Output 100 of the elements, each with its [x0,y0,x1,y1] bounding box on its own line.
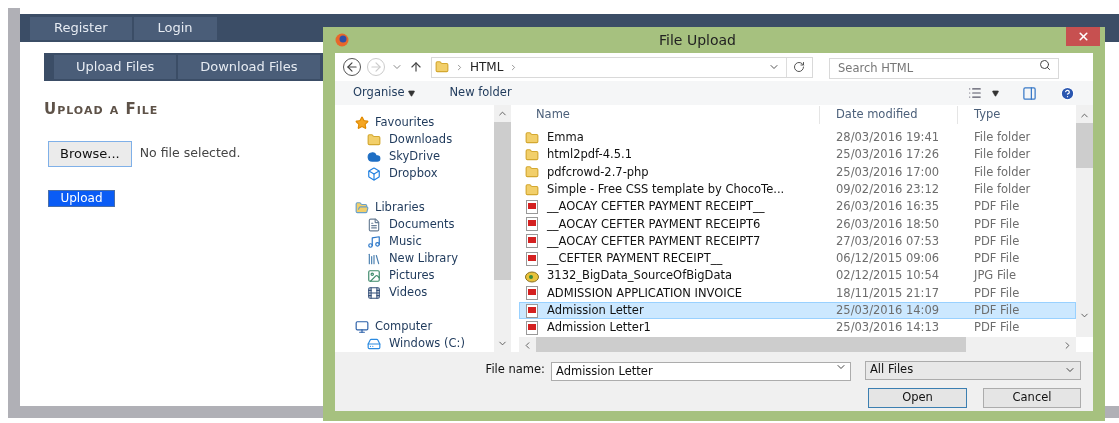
cancel-button[interactable]: Cancel [983,388,1081,408]
file-row[interactable]: html2pdf-4.5.1 25/03/2016 17:26 File folder [519,146,1076,164]
file-date: 09/02/2016 23:12 [835,180,941,198]
file-type: File folder [973,146,1032,164]
file-date: 02/12/2015 10:54 [835,267,941,285]
file-row[interactable]: Admission Letter 25/03/2016 14:09 PDF File [519,301,1076,320]
tab[interactable]: Upload Files [54,55,177,79]
file-row[interactable]: __AOCAY CEFTER PAYMENT RECEIPT__ 26/03/2016 16:35 PDF File [519,198,1076,216]
tab[interactable]: Download Files [178,55,320,79]
column-header[interactable]: Date modified [819,106,957,124]
pdf-file-icon [525,234,539,249]
new-folder-button[interactable]: New folder [449,84,512,102]
file-name: __AOCAY CEFTER PAYMENT RECEIPT__ [547,198,765,216]
nav-item[interactable]: Videos [335,284,494,301]
file-type: File folder [973,163,1032,181]
file-type: PDF File [973,302,1021,319]
pdf-file-icon [525,286,539,301]
file-type-select[interactable]: All Files [865,360,1081,380]
nav-item[interactable]: Downloads [335,131,494,148]
file-row[interactable]: __AOCAY CEFTER PAYMENT RECEIPT7 27/03/2016 07:53 PDF File [519,232,1076,251]
folder-icon [525,147,539,162]
close-icon [1076,30,1090,43]
browse-button[interactable]: Browse... [48,140,132,167]
file-type: File folder [973,129,1032,147]
help-icon[interactable] [1060,85,1075,101]
breadcrumb-item[interactable]: HTML [470,58,504,76]
file-row[interactable]: __CEFTER PAYMENT RECEIPT__ 06/12/2015 09:06 PDF File [519,250,1076,268]
up-icon[interactable] [409,60,423,74]
file-date: 25/03/2016 14:13 [835,319,941,337]
file-type: PDF File [973,319,1021,337]
file-row[interactable]: Emma 28/03/2016 19:41 File folder [519,129,1076,147]
browser-logo-icon [335,33,349,47]
nav-item[interactable]: New Library [335,250,494,267]
drive-icon [367,336,381,351]
scrollbar[interactable] [1076,105,1093,337]
picture-icon [367,268,381,283]
refresh-icon[interactable] [793,61,805,73]
address-bar[interactable]: HTML [431,56,813,78]
file-row[interactable]: 3132_BigData_SourceOfBigData 02/12/2015 10:54 JPG File [519,267,1076,285]
upload-button[interactable]: Upload [48,189,115,207]
monitor-icon [355,319,369,334]
nav-section[interactable]: Computer [335,318,494,335]
file-type: PDF File [973,284,1021,302]
file-name: Admission Letter [547,302,644,319]
file-name: __AOCAY CEFTER PAYMENT RECEIPT6 [547,215,761,233]
file-date: 26/03/2016 16:35 [835,198,941,216]
file-date: 18/11/2015 21:17 [835,284,941,302]
file-name: __CEFTER PAYMENT RECEIPT__ [547,250,723,268]
page-heading: Upload a File [44,99,159,120]
nav-link[interactable]: Register [30,16,132,40]
file-date: 25/03/2016 17:00 [835,163,941,181]
dialog-title: File Upload [658,30,737,50]
pdf-file-icon [525,217,539,232]
nav-section[interactable]: Libraries [335,199,494,216]
organise-menu[interactable]: Organise [353,84,416,102]
open-button[interactable]: Open [868,388,967,408]
nav-item[interactable]: SkyDrive [335,148,494,165]
nav-link[interactable]: Login [133,16,217,40]
file-name-label: File name: [485,361,545,379]
caret-icon [408,89,416,97]
music-icon [367,234,381,249]
file-row[interactable]: ADMISSION APPLICATION INVOICE 18/11/2015 21:17 PDF File [519,284,1076,302]
nav-item[interactable]: Windows (C:) [335,335,494,352]
document-icon [367,217,381,232]
close-button[interactable] [1066,27,1100,46]
folder-icon [525,182,539,197]
library-icon [367,251,381,266]
view-icon[interactable] [968,86,982,100]
search-icon [1039,59,1051,71]
file-row[interactable]: __AOCAY CEFTER PAYMENT RECEIPT6 26/03/2016 18:50 PDF File [519,215,1076,233]
nav-section[interactable]: Favourites [335,114,494,131]
file-type: JPG File [972,267,1018,285]
nav-item[interactable]: Pictures [335,267,494,284]
folder-icon [367,132,381,147]
file-name: ADMISSION APPLICATION INVOICE [547,284,742,302]
column-header[interactable]: Name [519,106,819,124]
scrollbar[interactable] [494,105,511,352]
image-file-icon [525,269,539,284]
file-row[interactable]: Admission Letter1 25/03/2016 14:13 PDF File [519,319,1076,337]
file-row[interactable]: pdfcrowd-2.7-php 25/03/2016 17:00 File folder [519,163,1076,181]
folder-icon [355,200,369,215]
folder-icon [525,165,539,180]
pdf-file-icon [525,199,539,214]
nav-item[interactable]: Music [335,233,494,250]
caret-icon[interactable] [992,89,999,97]
search-field[interactable]: Search HTML [829,57,1059,79]
preview-pane-icon[interactable] [1021,85,1038,101]
file-type: PDF File [973,250,1021,268]
file-name: Admission Letter1 [547,319,651,337]
file-type: File folder [973,180,1032,198]
file-date: 25/03/2016 17:26 [835,146,941,164]
file-date: 06/12/2015 09:06 [835,250,941,268]
nav-item[interactable]: Dropbox [335,165,494,182]
nav-item[interactable]: Documents [335,216,494,233]
pdf-file-icon [525,320,539,335]
file-row[interactable]: Simple - Free CSS template by ChocoTe... 09/02/2016 23:12 File folder [519,180,1076,199]
file-name: pdfcrowd-2.7-php [547,163,649,181]
file-name-field[interactable]: Admission Letter [551,361,851,381]
pdf-file-icon [525,303,539,318]
folder-icon [525,130,539,145]
